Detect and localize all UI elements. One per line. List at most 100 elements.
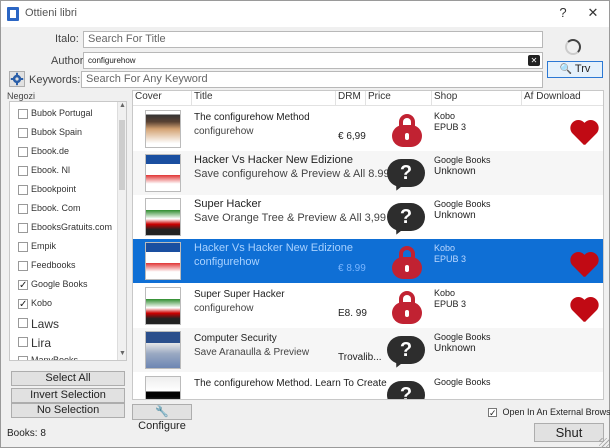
drm-locked-icon: [392, 114, 422, 148]
download-heart-icon[interactable]: [569, 121, 599, 147]
store-name: ManyBooks: [31, 355, 79, 361]
book-author: Save Orange Tree & Preview & All 3,99 €: [194, 212, 396, 224]
store-item[interactable]: Laws: [10, 313, 116, 333]
book-cover-image: [145, 154, 181, 192]
shut-button[interactable]: Shut: [534, 423, 604, 442]
book-price: € 6,99: [338, 131, 366, 142]
result-row[interactable]: Super Hacker Save Orange Tree & Preview &…: [133, 195, 603, 239]
store-item[interactable]: ✓ Kobo: [10, 294, 116, 314]
clear-icon[interactable]: ✕: [528, 55, 540, 66]
store-checkbox[interactable]: [18, 147, 28, 157]
book-cover-image: [145, 198, 181, 236]
store-checkbox[interactable]: [18, 242, 28, 252]
results-table[interactable]: Cover Title DRM Price Shop Af Download T…: [132, 90, 604, 400]
gear-icon: [10, 72, 24, 86]
store-checkbox[interactable]: [18, 223, 28, 233]
book-price: € 8.99: [338, 263, 366, 274]
search-icon: 🔍: [559, 64, 573, 75]
book-format: EPUB 3: [434, 254, 467, 264]
store-name: Bubok Portugal: [31, 108, 93, 118]
scroll-up-icon[interactable]: ▲: [118, 102, 127, 112]
shop-name: Kobo: [434, 111, 456, 121]
stores-list[interactable]: Bubok Portugal Bubok Spain Ebook.de Ebook. …: [9, 101, 127, 361]
col-cover[interactable]: Cover: [133, 91, 192, 106]
store-checkbox[interactable]: ✓: [18, 299, 28, 310]
store-name: Laws: [31, 317, 60, 331]
author-input[interactable]: configurehow ✕: [83, 52, 543, 69]
store-checkbox[interactable]: [18, 109, 28, 119]
books-count: Books: 8: [7, 428, 46, 439]
book-title: Hacker Vs Hacker New Edizione: [194, 154, 353, 166]
store-item[interactable]: Bubok Portugal: [10, 104, 116, 124]
download-heart-icon[interactable]: [569, 298, 599, 324]
no-selection-button[interactable]: No Selection: [11, 403, 125, 418]
scroll-down-icon[interactable]: ▼: [118, 350, 127, 360]
loading-spinner-icon: [565, 39, 581, 55]
col-download[interactable]: Af Download: [522, 91, 603, 106]
keywords-input[interactable]: Search For Any Keyword: [81, 71, 543, 88]
search-button[interactable]: 🔍 Trv: [547, 61, 603, 78]
result-row[interactable]: The configurehow Method. Learn To Create…: [133, 373, 603, 399]
store-item[interactable]: EbooksGratuits.com: [10, 218, 116, 238]
book-title: Computer Security: [194, 333, 277, 344]
invert-selection-button[interactable]: Invert Selection: [11, 388, 125, 403]
result-row[interactable]: Hacker Vs Hacker New Edizione Save config…: [133, 151, 603, 195]
store-checkbox[interactable]: [18, 356, 28, 360]
book-cover-image: [145, 287, 181, 325]
open-external-checkbox[interactable]: ✓: [488, 408, 497, 418]
gear-button[interactable]: [9, 71, 25, 87]
shop-name: Google Books: [434, 155, 491, 165]
shop-name: Google Books: [434, 199, 491, 209]
configure-button[interactable]: 🔧 Configure: [132, 404, 192, 432]
store-name: Lira: [31, 336, 52, 350]
shop-name: Google Books: [434, 332, 491, 342]
col-title[interactable]: Title: [192, 91, 336, 106]
drm-unknown-icon: ?: [387, 336, 425, 364]
stores-scrollbar[interactable]: ▲ ▼: [117, 102, 126, 360]
col-drm[interactable]: DRM: [336, 91, 366, 106]
store-checkbox[interactable]: [18, 185, 28, 195]
store-item[interactable]: Ebook. Com: [10, 199, 116, 219]
col-price[interactable]: Price: [366, 91, 432, 106]
store-item[interactable]: Lira: [10, 332, 116, 352]
help-button[interactable]: ?: [549, 3, 577, 23]
resize-grip[interactable]: [599, 438, 609, 448]
store-item[interactable]: Bubok Spain: [10, 123, 116, 143]
scroll-thumb[interactable]: [119, 120, 125, 190]
store-checkbox[interactable]: [18, 337, 28, 347]
store-item[interactable]: Feedbooks: [10, 256, 116, 276]
book-format: Unknown: [434, 343, 476, 354]
store-checkbox[interactable]: [18, 318, 28, 328]
store-item[interactable]: ManyBooks: [10, 351, 116, 361]
title-label: Italo:: [55, 33, 79, 45]
wrench-icon: 🔧: [155, 406, 169, 418]
result-row[interactable]: Super Super Hacker configurehow E8. 99 Kobo…: [133, 284, 603, 328]
store-item[interactable]: Empik: [10, 237, 116, 257]
select-all-button[interactable]: Select All: [11, 371, 125, 386]
store-item[interactable]: ✓ Google Books: [10, 275, 116, 295]
store-checkbox[interactable]: [18, 204, 28, 214]
store-checkbox[interactable]: [18, 128, 28, 138]
drm-locked-icon: [392, 246, 422, 280]
store-item[interactable]: Ebook.de: [10, 142, 116, 162]
author-value: configurehow: [88, 56, 136, 65]
book-price: E8. 99: [338, 308, 367, 319]
title-input[interactable]: Search For Title: [83, 31, 543, 48]
book-cover-image: [145, 331, 181, 369]
store-checkbox[interactable]: [18, 166, 28, 176]
result-row[interactable]: Computer Security Save Aranaulla & Previe…: [133, 328, 603, 372]
store-name: Empik: [31, 241, 57, 251]
book-author: Save configurehow & Preview & All 8.99 €: [194, 168, 399, 180]
store-checkbox[interactable]: [18, 261, 28, 271]
close-button[interactable]: ✕: [579, 3, 607, 23]
col-shop[interactable]: Shop: [432, 91, 522, 106]
result-row[interactable]: The configurehow Method configurehow € 6,9…: [133, 107, 603, 151]
result-row[interactable]: Hacker Vs Hacker New Edizione configureho…: [133, 239, 603, 283]
store-item[interactable]: Ebook. Nl: [10, 161, 116, 181]
store-checkbox[interactable]: ✓: [18, 280, 28, 291]
store-item[interactable]: Ebookpoint: [10, 180, 116, 200]
download-heart-icon[interactable]: [569, 253, 599, 279]
book-title: The configurehow Method. Learn To Create: [194, 378, 387, 389]
keywords-label: Keywords:: [29, 74, 81, 86]
open-external-option[interactable]: ✓ Open In An External Browser: [488, 407, 610, 418]
